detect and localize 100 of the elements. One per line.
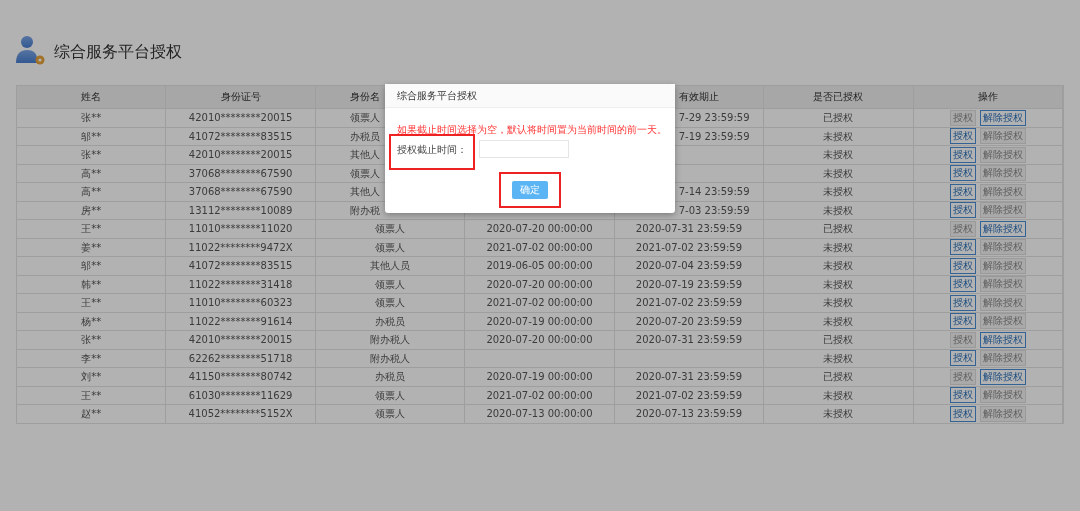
table-cell: 未授权: [764, 146, 914, 165]
table-cell: 王**: [17, 220, 167, 239]
table-cell: 13112********10089: [166, 201, 316, 220]
table-cell: 姜**: [17, 238, 167, 257]
table-cell: 领票人: [315, 220, 466, 239]
table-cell: 未授权: [764, 183, 914, 202]
revoke-button[interactable]: 解除授权: [979, 331, 1026, 348]
table-cell: 41072********83515: [166, 127, 316, 146]
table-cell: 附办税人: [315, 349, 466, 368]
table-cell: 韩**: [17, 275, 167, 294]
highlight-frame: [499, 172, 561, 208]
table-cell: 领票人: [315, 238, 466, 257]
table-cell: 42010********20015: [166, 331, 316, 350]
table-cell: 2020-07-20 23:59:59: [614, 312, 765, 331]
table-cell: 赵**: [17, 405, 167, 424]
table-cell: 2020-07-20 00:00:00: [465, 275, 615, 294]
page-title: 综合服务平台授权: [54, 41, 182, 63]
table-cell: 办税员: [315, 312, 466, 331]
column-header: 姓名: [17, 86, 167, 109]
table-cell: 邬**: [17, 127, 167, 146]
table-cell: 42010********20015: [166, 146, 316, 165]
table-cell: 已授权: [764, 331, 914, 350]
table-cell: 2021-07-02 23:59:59: [614, 386, 765, 405]
table-cell: 37068********67590: [166, 183, 316, 202]
table-cell: 已授权: [764, 109, 914, 128]
confirm-button[interactable]: 确定: [512, 181, 548, 199]
table-cell: 未授权: [764, 312, 914, 331]
table-cell: 11010********11020: [166, 220, 316, 239]
table-cell: 2021-07-02 00:00:00: [465, 294, 615, 313]
table-cell: 房**: [17, 201, 167, 220]
authorize-button[interactable]: 授权: [949, 257, 976, 274]
table-cell: 2021-07-02 00:00:00: [465, 386, 615, 405]
table-cell: 邬**: [17, 257, 167, 276]
table-cell: 2021-07-02 23:59:59: [614, 238, 765, 257]
table-cell: 2020-07-13 00:00:00: [465, 405, 615, 424]
authorize-button[interactable]: 授权: [949, 183, 976, 200]
table-cell: 41052********5152X: [166, 405, 316, 424]
table-cell: 2020-07-19 23:59:59: [614, 275, 765, 294]
authorize-button[interactable]: 授权: [949, 294, 976, 311]
authorize-button[interactable]: 授权: [949, 239, 976, 256]
table-cell: 2020-07-31 23:59:59: [614, 220, 765, 239]
revoke-button[interactable]: 解除授权: [979, 220, 1026, 237]
authorize-button[interactable]: 授权: [949, 313, 976, 330]
authorize-button[interactable]: 授权: [949, 146, 976, 163]
table-cell: 2020-07-13 23:59:59: [614, 405, 765, 424]
table-cell: 2020-07-04 23:59:59: [614, 257, 765, 276]
table-cell: 张**: [17, 146, 167, 165]
table-cell: 未授权: [764, 349, 914, 368]
table-cell: 11022********91614: [166, 312, 316, 331]
table-cell: 办税员: [315, 368, 466, 387]
user-settings-icon: [15, 34, 46, 66]
authorize-button[interactable]: 授权: [949, 128, 976, 145]
table-cell: 杨**: [17, 312, 167, 331]
date-input[interactable]: [479, 140, 569, 158]
table-cell: 2020-07-31 23:59:59: [614, 331, 765, 350]
authorize-button[interactable]: 授权: [949, 276, 976, 293]
table-cell: 领票人: [315, 294, 466, 313]
revoke-button[interactable]: 解除授权: [979, 109, 1026, 126]
table-cell: 王**: [17, 386, 167, 405]
column-header: 身份证号: [166, 86, 316, 109]
table-cell: 42010********20015: [166, 109, 316, 128]
table-cell: 2020-07-20 00:00:00: [465, 220, 615, 239]
table-cell: 张**: [17, 331, 167, 350]
table-cell: 11010********60323: [166, 294, 316, 313]
table-cell: 领票人: [315, 275, 466, 294]
table-cell: 11022********31418: [166, 275, 316, 294]
table-cell: 刘**: [17, 368, 167, 387]
table-cell: 领票人: [315, 405, 466, 424]
table-cell: 已授权: [764, 368, 914, 387]
table-cell: 62262********51718: [166, 349, 316, 368]
table-cell: 未授权: [764, 257, 914, 276]
table-cell: 领票人: [315, 386, 466, 405]
table-cell: 未授权: [764, 127, 914, 146]
table-cell: 41072********83515: [166, 257, 316, 276]
authorize-button[interactable]: 授权: [949, 350, 976, 367]
table-cell: 未授权: [764, 201, 914, 220]
column-header: 是否已授权: [764, 86, 914, 109]
table-cell: 2020-07-19 00:00:00: [465, 368, 615, 387]
table-cell: 2021-07-02 23:59:59: [614, 294, 765, 313]
table-cell: 李**: [17, 349, 167, 368]
table-cell: 未授权: [764, 386, 914, 405]
table-cell: 2020-07-19 00:00:00: [465, 312, 615, 331]
authorize-button[interactable]: 授权: [949, 165, 976, 182]
revoke-button[interactable]: 解除授权: [979, 368, 1026, 385]
table-cell: 2021-07-02 00:00:00: [465, 238, 615, 257]
authorize-button[interactable]: 授权: [949, 405, 976, 422]
table-cell: 41150********80742: [166, 368, 316, 387]
table-cell: 高**: [17, 164, 167, 183]
table-cell: 高**: [17, 183, 167, 202]
table-cell: 未授权: [764, 275, 914, 294]
table-cell: 11022********9472X: [166, 238, 316, 257]
table-cell: 附办税人: [315, 331, 466, 350]
table-cell: 未授权: [764, 164, 914, 183]
table-cell: 未授权: [764, 238, 914, 257]
table-cell: 2020-07-31 23:59:59: [614, 368, 765, 387]
table-cell: 2020-07-20 00:00:00: [465, 331, 615, 350]
authorize-button[interactable]: 授权: [949, 202, 976, 219]
authorize-button[interactable]: 授权: [949, 387, 976, 404]
table-cell: 2019-06-05 00:00:00: [465, 257, 615, 276]
table-cell: 张**: [17, 109, 167, 128]
